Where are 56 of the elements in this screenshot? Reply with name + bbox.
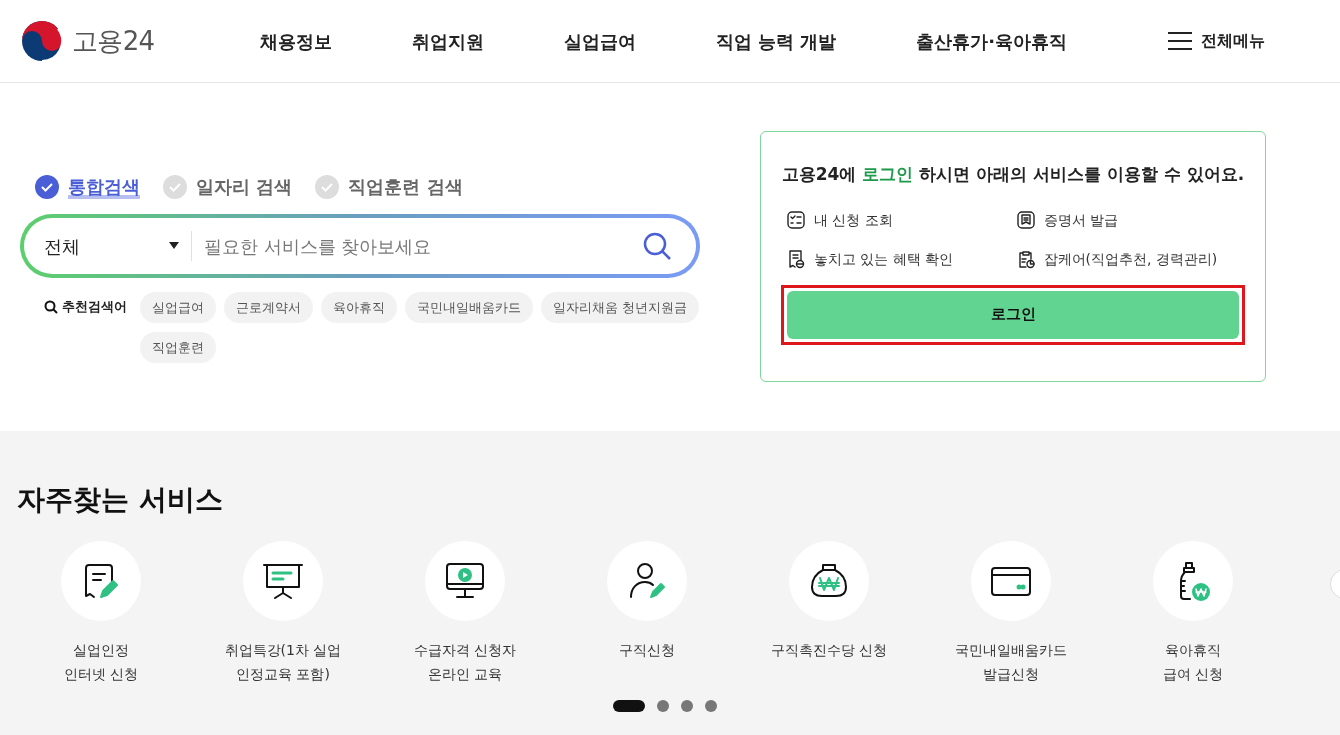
search-field[interactable]: 전체 필요한 서비스를 찾아보세요 [20,214,700,278]
keyword-chip[interactable]: 육아휴직 [321,292,397,323]
keyword-chip[interactable]: 국민내일배움카드 [405,292,533,323]
recommend-label: 추천검색어 [62,298,127,317]
keyword-chip[interactable]: 실업급여 [140,292,216,323]
site-logo[interactable]: 고용24 [20,19,220,63]
search-scope-tab[interactable]: 통합검색 [34,173,140,200]
menu-icon [1167,31,1193,51]
service-item[interactable]: 실업인정 인터넷 신청 [10,541,192,686]
service-name: 인정교육 포함) [236,665,330,684]
nav-link[interactable]: 직업 능력 개발 [715,27,837,55]
receipt-icon [786,249,806,269]
service-name: 급여 신청 [1162,665,1224,684]
caret-icon [169,242,179,250]
search-icon [642,231,672,261]
category-dropdown[interactable]: 전체 [44,232,179,260]
service-name: 국민내일배움카드 [955,641,1067,660]
keyword-chip[interactable]: 직업훈련 [140,332,216,363]
nav-link[interactable]: 실업급여 [563,27,636,55]
search-icon [44,300,58,314]
check-circle-icon [314,173,341,200]
section-title: 자주찾는 서비스 [16,482,224,518]
nav-link[interactable]: 채용정보 [259,27,332,55]
service-name: 발급신청 [983,665,1039,684]
service-name: 실업인정 [73,641,129,660]
checklist-icon [786,210,806,230]
login-prompt: 고용24에 로그인 하시면 아래의 서비스를 이용할 수 있어요. [781,163,1245,186]
nav-link[interactable]: 취업지원 [411,27,484,55]
service-label: 놓치고 있는 혜택 확인 [814,249,954,269]
keyword-chip[interactable]: 근로계약서 [224,292,313,323]
service-name: 구직촉진수당 신청 [770,641,888,660]
service-item[interactable]: 수급자격 신청자 온라인 교육 [374,541,556,686]
keyword-chip[interactable]: 일자리채움 청년지원금 [541,292,700,323]
service-name: 구직신청 [619,641,675,660]
service-item[interactable]: 육아휴직 급여 신청 [1102,541,1284,686]
login-button[interactable]: 로그인 [787,290,1239,339]
check-circle-icon [162,173,188,200]
search-scope-tab[interactable]: 일자리 검색 [162,173,293,200]
service-name: 육아휴직 [1165,641,1221,660]
service-name: 취업특강(1차 실업 [224,641,342,660]
service-name: 온라인 교육 [427,665,503,684]
service-label: 내 신청 조회 [814,210,893,230]
service-item[interactable]: 국민내일배움카드 발급신청 [920,541,1102,686]
certificate-icon [1015,210,1036,230]
service-name: 수급자격 신청자 [413,641,517,660]
service-item[interactable]: 구직신청 [556,541,738,686]
service-name: 인터넷 신청 [63,665,139,684]
service-label: 잡케어(직업추천, 경력관리) [1043,249,1218,269]
service-item[interactable]: 구직촉진수당 신청 [738,541,920,686]
taegeuk-logo-icon [20,19,64,63]
check-circle-icon [34,173,60,200]
nav-link[interactable]: 출산휴가·육아휴직 [916,27,1068,55]
all-menu-button[interactable]: 전체메뉴 [1167,29,1265,53]
service-item[interactable]: 취업특강(1차 실업 인정교육 포함) [192,541,374,686]
service-label: 증명서 발급 [1043,210,1118,230]
search-scope-tab[interactable]: 직업훈련 검색 [314,173,463,200]
